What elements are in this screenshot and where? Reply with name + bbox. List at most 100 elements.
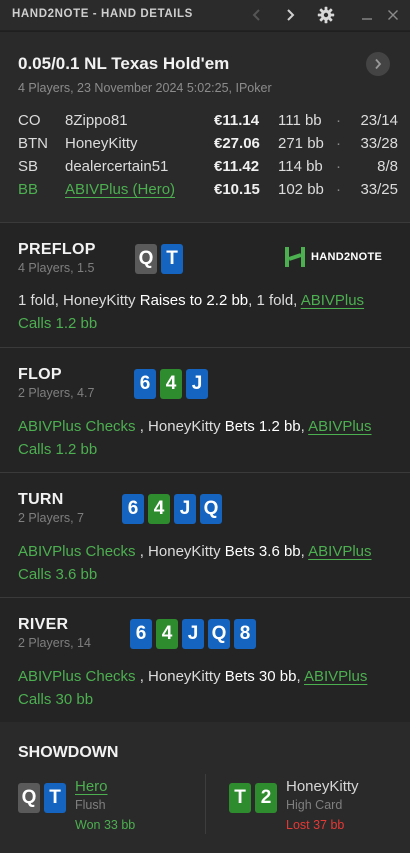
board-cards: 6 4 J Q	[122, 494, 222, 524]
hero-name-link[interactable]: ABIVPlus (Hero)	[65, 181, 175, 198]
showdown-section: SHOWDOWN Q T Hero Flush Won 33 bb T 2 Ho…	[0, 722, 410, 853]
hero-link[interactable]: ABIVPlus	[301, 292, 364, 309]
board-cards: 6 4 J Q 8	[130, 619, 256, 649]
player-row: CO 8Zippo81 €11.14 111 bb · 23/14	[18, 110, 398, 133]
villain-hand-rank: High Card	[286, 798, 343, 812]
player-stat: 23/14	[360, 112, 398, 129]
hero-link[interactable]: ABIVPlus	[304, 668, 367, 685]
minimize-icon	[362, 18, 372, 20]
player-stat: 33/28	[360, 135, 398, 152]
player-stack: €11.42	[214, 158, 260, 175]
player-name[interactable]: 8Zippo81	[65, 112, 128, 129]
hero-action: ABIVPlus Checks	[18, 668, 136, 685]
action-text: ,	[296, 668, 304, 685]
action-bet: Bets 30 bb	[224, 668, 297, 685]
player-name[interactable]: dealercertain51	[65, 158, 168, 175]
villain-showdown-cards: T 2	[229, 783, 277, 813]
street-actions: ABIVPlus Checks , HoneyKitty Bets 30 bb,…	[18, 665, 394, 711]
street-players-pot: 4 Players, 1.5	[18, 261, 95, 275]
card: Q	[18, 783, 40, 813]
action-text: , HoneyKitty	[135, 543, 225, 560]
chevron-right-icon	[287, 9, 295, 21]
player-stack-bb: 114 bb	[278, 158, 323, 175]
next-button[interactable]	[366, 52, 390, 76]
player-row: BTN HoneyKitty €27.06 271 bb · 33/28	[18, 133, 398, 156]
card: T	[161, 244, 183, 274]
hero-action: Calls 3.6 bb	[18, 566, 98, 583]
action-bet: Bets 1.2 bb	[224, 418, 301, 435]
street-name: PREFLOP	[18, 241, 96, 258]
street-name: RIVER	[18, 616, 69, 633]
action-text: , HoneyKitty	[135, 418, 225, 435]
settings-button[interactable]	[314, 4, 338, 26]
hero-action: Calls 30 bb	[18, 691, 94, 708]
hand2note-logo-text: HAND2NOTE	[311, 251, 383, 263]
separator-dot: ·	[336, 181, 341, 198]
villain-showdown-name[interactable]: HoneyKitty	[286, 778, 359, 795]
separator-dot: ·	[336, 158, 341, 175]
player-stat: 8/8	[377, 158, 398, 175]
player-row: SB dealercertain51 €11.42 114 bb · 8/8	[18, 156, 398, 179]
chevron-right-icon	[375, 58, 382, 70]
hand2note-logo-icon	[285, 247, 305, 267]
street-players-pot: 2 Players, 7	[18, 511, 85, 525]
showdown-divider	[205, 774, 206, 834]
card: J	[174, 494, 196, 524]
previous-hand-button[interactable]	[245, 4, 269, 26]
player-position: BB	[18, 181, 39, 198]
street-name: FLOP	[18, 366, 62, 383]
close-button[interactable]	[381, 4, 405, 26]
player-position: SB	[18, 158, 39, 175]
street-actions: ABIVPlus Checks , HoneyKitty Bets 3.6 bb…	[18, 540, 394, 586]
window-title: HAND2NOTE - HAND DETAILS	[12, 8, 193, 20]
player-stack: €11.14	[214, 112, 260, 129]
game-title: 0.05/0.1 NL Texas Hold'em	[18, 54, 230, 73]
player-stack: €10.15	[214, 181, 260, 198]
card: 4	[148, 494, 170, 524]
action-text: , 1 fold,	[248, 292, 301, 309]
street-players-pot: 2 Players, 14	[18, 636, 91, 650]
card: Q	[135, 244, 157, 274]
card: J	[182, 619, 204, 649]
street-actions: 1 fold, HoneyKitty Raises to 2.2 bb, 1 f…	[18, 289, 394, 335]
minimize-button[interactable]	[355, 4, 379, 26]
card: 6	[122, 494, 144, 524]
hero-player-row: BB ABIVPlus (Hero) €10.15 102 bb · 33/25	[18, 179, 398, 202]
card: 6	[134, 369, 156, 399]
hero-action: Calls 1.2 bb	[18, 315, 98, 332]
hand-header: 0.05/0.1 NL Texas Hold'em 4 Players, 23 …	[0, 32, 410, 222]
card: T	[229, 783, 251, 813]
next-hand-button[interactable]	[278, 4, 302, 26]
action-raise: Raises to 2.2 bb	[139, 292, 249, 309]
card: T	[44, 783, 66, 813]
player-name[interactable]: HoneyKitty	[65, 135, 138, 152]
street-actions: ABIVPlus Checks , HoneyKitty Bets 1.2 bb…	[18, 415, 394, 461]
hero-link[interactable]: ABIVPlus	[308, 418, 371, 435]
action-text: 1 fold, HoneyKitty	[18, 292, 140, 309]
player-stack-bb: 102 bb	[278, 181, 324, 198]
player-stack: €27.06	[214, 135, 260, 152]
flop-section: FLOP 2 Players, 4.7 6 4 J ABIVPlus Check…	[0, 347, 410, 472]
preflop-section: PREFLOP 4 Players, 1.5 Q T HAND2NOTE 1 f…	[0, 222, 410, 347]
street-players-pot: 2 Players, 4.7	[18, 386, 95, 400]
title-bar: HAND2NOTE - HAND DETAILS	[0, 0, 410, 31]
hero-action: Calls 1.2 bb	[18, 441, 98, 458]
card: 2	[255, 783, 277, 813]
hero-showdown-name[interactable]: Hero	[75, 778, 108, 795]
player-position: BTN	[18, 135, 48, 152]
card: 6	[130, 619, 152, 649]
action-text: , HoneyKitty	[135, 668, 225, 685]
player-stack-bb: 111 bb	[278, 112, 322, 129]
street-name: TURN	[18, 491, 64, 508]
card: Q	[208, 619, 230, 649]
villain-result: Lost 37 bb	[286, 818, 345, 832]
board-cards: 6 4 J	[134, 369, 208, 399]
hero-link[interactable]: ABIVPlus	[308, 543, 371, 560]
hero-result: Won 33 bb	[75, 818, 136, 832]
river-section: RIVER 2 Players, 14 6 4 J Q 8 ABIVPlus C…	[0, 597, 410, 722]
player-position: CO	[18, 112, 41, 129]
hero-action: ABIVPlus Checks	[18, 418, 136, 435]
player-stack-bb: 271 bb	[278, 135, 324, 152]
showdown-title: SHOWDOWN	[18, 744, 119, 761]
hole-cards: Q T	[135, 244, 183, 274]
